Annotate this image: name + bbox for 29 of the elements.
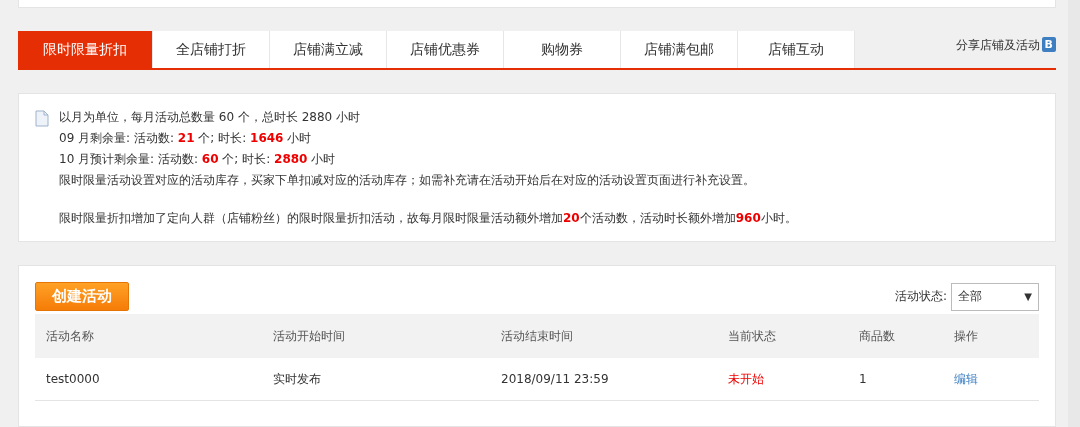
edit-link[interactable]: 编辑 xyxy=(954,371,978,386)
filter-label: 活动状态: xyxy=(894,288,947,305)
column-header: 操作 xyxy=(943,314,1039,358)
column-header: 商品数 xyxy=(848,314,943,358)
table-cell: 实时发布 xyxy=(262,358,490,401)
tab[interactable]: 购物券 xyxy=(504,31,621,68)
column-header: 活动结束时间 xyxy=(490,314,717,358)
info-note: 限时限量折扣增加了定向人群（店铺粉丝）的限时限量折扣活动，故每月限时限量活动额外增加20个活动数，活动时长额外增加960小时。 xyxy=(59,210,797,227)
tab[interactable]: 店铺优惠券 xyxy=(387,31,504,68)
status-select[interactable]: 全部 ▼ xyxy=(951,282,1039,311)
column-header: 活动名称 xyxy=(35,314,262,358)
table-cell: 2018/09/11 23:59 xyxy=(490,358,717,401)
column-header: 当前状态 xyxy=(717,314,848,358)
share-badge[interactable]: B xyxy=(1041,37,1056,52)
column-header: 活动开始时间 xyxy=(262,314,490,358)
tab[interactable]: 限时限量折扣 xyxy=(18,31,153,68)
table-cell: test0000 xyxy=(35,358,262,401)
table-cell: 1 xyxy=(848,358,943,401)
info-line: 09 月剩余量: 活动数: 21 个; 时长: 1646 小时 xyxy=(59,130,313,147)
info-line: 限时限量活动设置对应的活动库存，买家下单扣减对应的活动库存；如需补充请在活动开始后在对应的活动设置页面进行补充设置。 xyxy=(59,172,756,189)
share-link[interactable]: 分享店铺及活动 xyxy=(955,37,1040,54)
tab[interactable]: 店铺满立减 xyxy=(270,31,387,68)
info-line: 10 月预计剩余量: 活动数: 60 个; 时长: 2880 小时 xyxy=(59,151,337,168)
tab[interactable]: 店铺互动 xyxy=(738,31,855,68)
status-cell: 未开始 xyxy=(717,358,848,401)
tab[interactable]: 店铺满包邮 xyxy=(621,31,738,68)
document-icon xyxy=(35,110,49,127)
info-line: 以月为单位，每月活动总数量 60 个，总时长 2880 小时 xyxy=(59,109,362,126)
tab[interactable]: 全店铺打折 xyxy=(153,31,270,68)
